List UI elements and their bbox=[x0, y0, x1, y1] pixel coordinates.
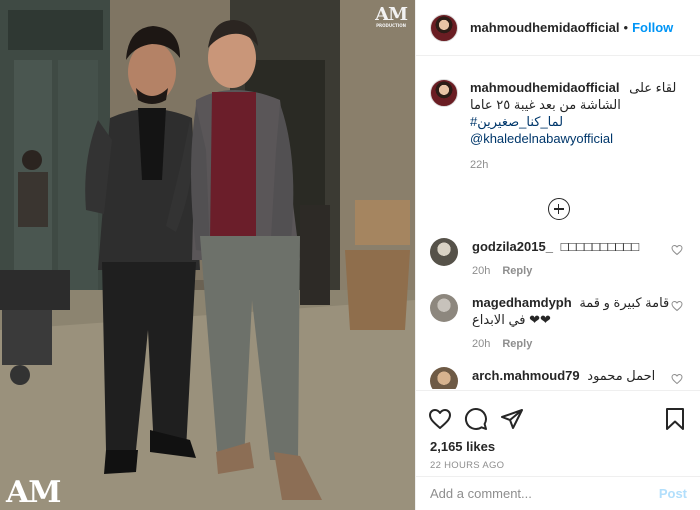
post-actions: 2,165 likes 22 HOURS AGO Post bbox=[416, 390, 700, 510]
caption: mahmoudhemidaofficial لقاء على الشاشة من… bbox=[430, 57, 687, 174]
caption-line1: لقاء على bbox=[629, 80, 677, 95]
load-more bbox=[430, 198, 687, 220]
comment-icon[interactable] bbox=[464, 407, 488, 431]
author-username[interactable]: mahmoudhemidaofficial bbox=[470, 20, 620, 35]
plus-circle-icon[interactable] bbox=[547, 198, 570, 220]
caption-line2: الشاشة من بعد غيبة ٢٥ عاما bbox=[470, 97, 621, 112]
comment-time[interactable]: 20h bbox=[472, 336, 490, 353]
comment-input[interactable] bbox=[430, 486, 659, 501]
commenter-avatar[interactable] bbox=[430, 367, 458, 389]
comment-item: arch.mahmoud79 احمل محمود bbox=[430, 367, 687, 389]
like-comment-heart-icon[interactable] bbox=[671, 373, 683, 385]
watermark-logo-top: AM PRODUCTION bbox=[375, 4, 408, 28]
caption-mention[interactable]: @khaledelnabawyofficial bbox=[470, 130, 680, 147]
comment-text: □□□□□□□□□□ bbox=[560, 239, 640, 254]
separator-dot: • bbox=[623, 20, 629, 35]
comment-body: arch.mahmoud79 احمل محمود bbox=[472, 367, 672, 389]
commenter-avatar[interactable] bbox=[430, 238, 458, 266]
comment-meta: 20h Reply bbox=[472, 263, 672, 280]
comment-body: godzila2015_ □□□□□□□□□□ 20h Reply bbox=[472, 238, 672, 280]
commenter-avatar[interactable] bbox=[430, 294, 458, 322]
author-avatar[interactable] bbox=[430, 13, 458, 42]
comment-username[interactable]: magedhamdyph bbox=[472, 295, 572, 310]
caption-username[interactable]: mahmoudhemidaofficial bbox=[470, 80, 620, 95]
post-photo[interactable]: AM PRODUCTION AM bbox=[0, 0, 415, 510]
post-header: mahmoudhemidaofficial • Follow bbox=[416, 0, 700, 56]
add-comment-bar: Post bbox=[416, 476, 700, 510]
caption-body: mahmoudhemidaofficial لقاء على الشاشة من… bbox=[470, 79, 680, 174]
comment-text-line2: في الابداع ❤❤ bbox=[472, 312, 551, 327]
reply-button[interactable]: Reply bbox=[502, 336, 532, 353]
comment-item: godzila2015_ □□□□□□□□□□ 20h Reply bbox=[430, 238, 687, 280]
like-comment-heart-icon[interactable] bbox=[671, 244, 683, 256]
like-comment-heart-icon[interactable] bbox=[671, 300, 683, 312]
comment-username[interactable]: godzila2015_ bbox=[472, 239, 553, 254]
watermark-logo-bottom: AM bbox=[6, 475, 61, 510]
comment-text: قامة كبيرة و قمة bbox=[579, 295, 670, 310]
comment-item: magedhamdyph قامة كبيرة و قمة في الابداع… bbox=[430, 294, 687, 353]
comment-meta: 20h Reply bbox=[472, 336, 672, 353]
comment-username[interactable]: arch.mahmoud79 bbox=[472, 368, 580, 383]
comment-text: احمل محمود bbox=[587, 368, 656, 383]
heart-icon[interactable] bbox=[428, 407, 452, 431]
reply-button[interactable]: Reply bbox=[502, 263, 532, 280]
bookmark-icon[interactable] bbox=[663, 407, 687, 431]
action-icons bbox=[416, 391, 700, 435]
follow-button[interactable]: Follow bbox=[632, 20, 673, 35]
comment-body: magedhamdyph قامة كبيرة و قمة في الابداع… bbox=[472, 294, 672, 353]
post-timestamp[interactable]: 22 HOURS AGO bbox=[416, 454, 700, 471]
comment-time[interactable]: 20h bbox=[472, 263, 490, 280]
post-comment-button[interactable]: Post bbox=[659, 486, 687, 501]
comments-list[interactable]: mahmoudhemidaofficial لقاء على الشاشة من… bbox=[416, 57, 700, 389]
post-sidebar: mahmoudhemidaofficial • Follow mahmoudhe… bbox=[415, 0, 700, 510]
caption-time[interactable]: 22h bbox=[470, 157, 680, 174]
caption-avatar[interactable] bbox=[430, 79, 458, 107]
caption-hashtag[interactable]: #لما_كنا_صغيرين bbox=[470, 113, 680, 130]
photo-illustration bbox=[0, 0, 415, 510]
likes-count[interactable]: 2,165 likes bbox=[416, 435, 700, 454]
share-icon[interactable] bbox=[500, 407, 524, 431]
